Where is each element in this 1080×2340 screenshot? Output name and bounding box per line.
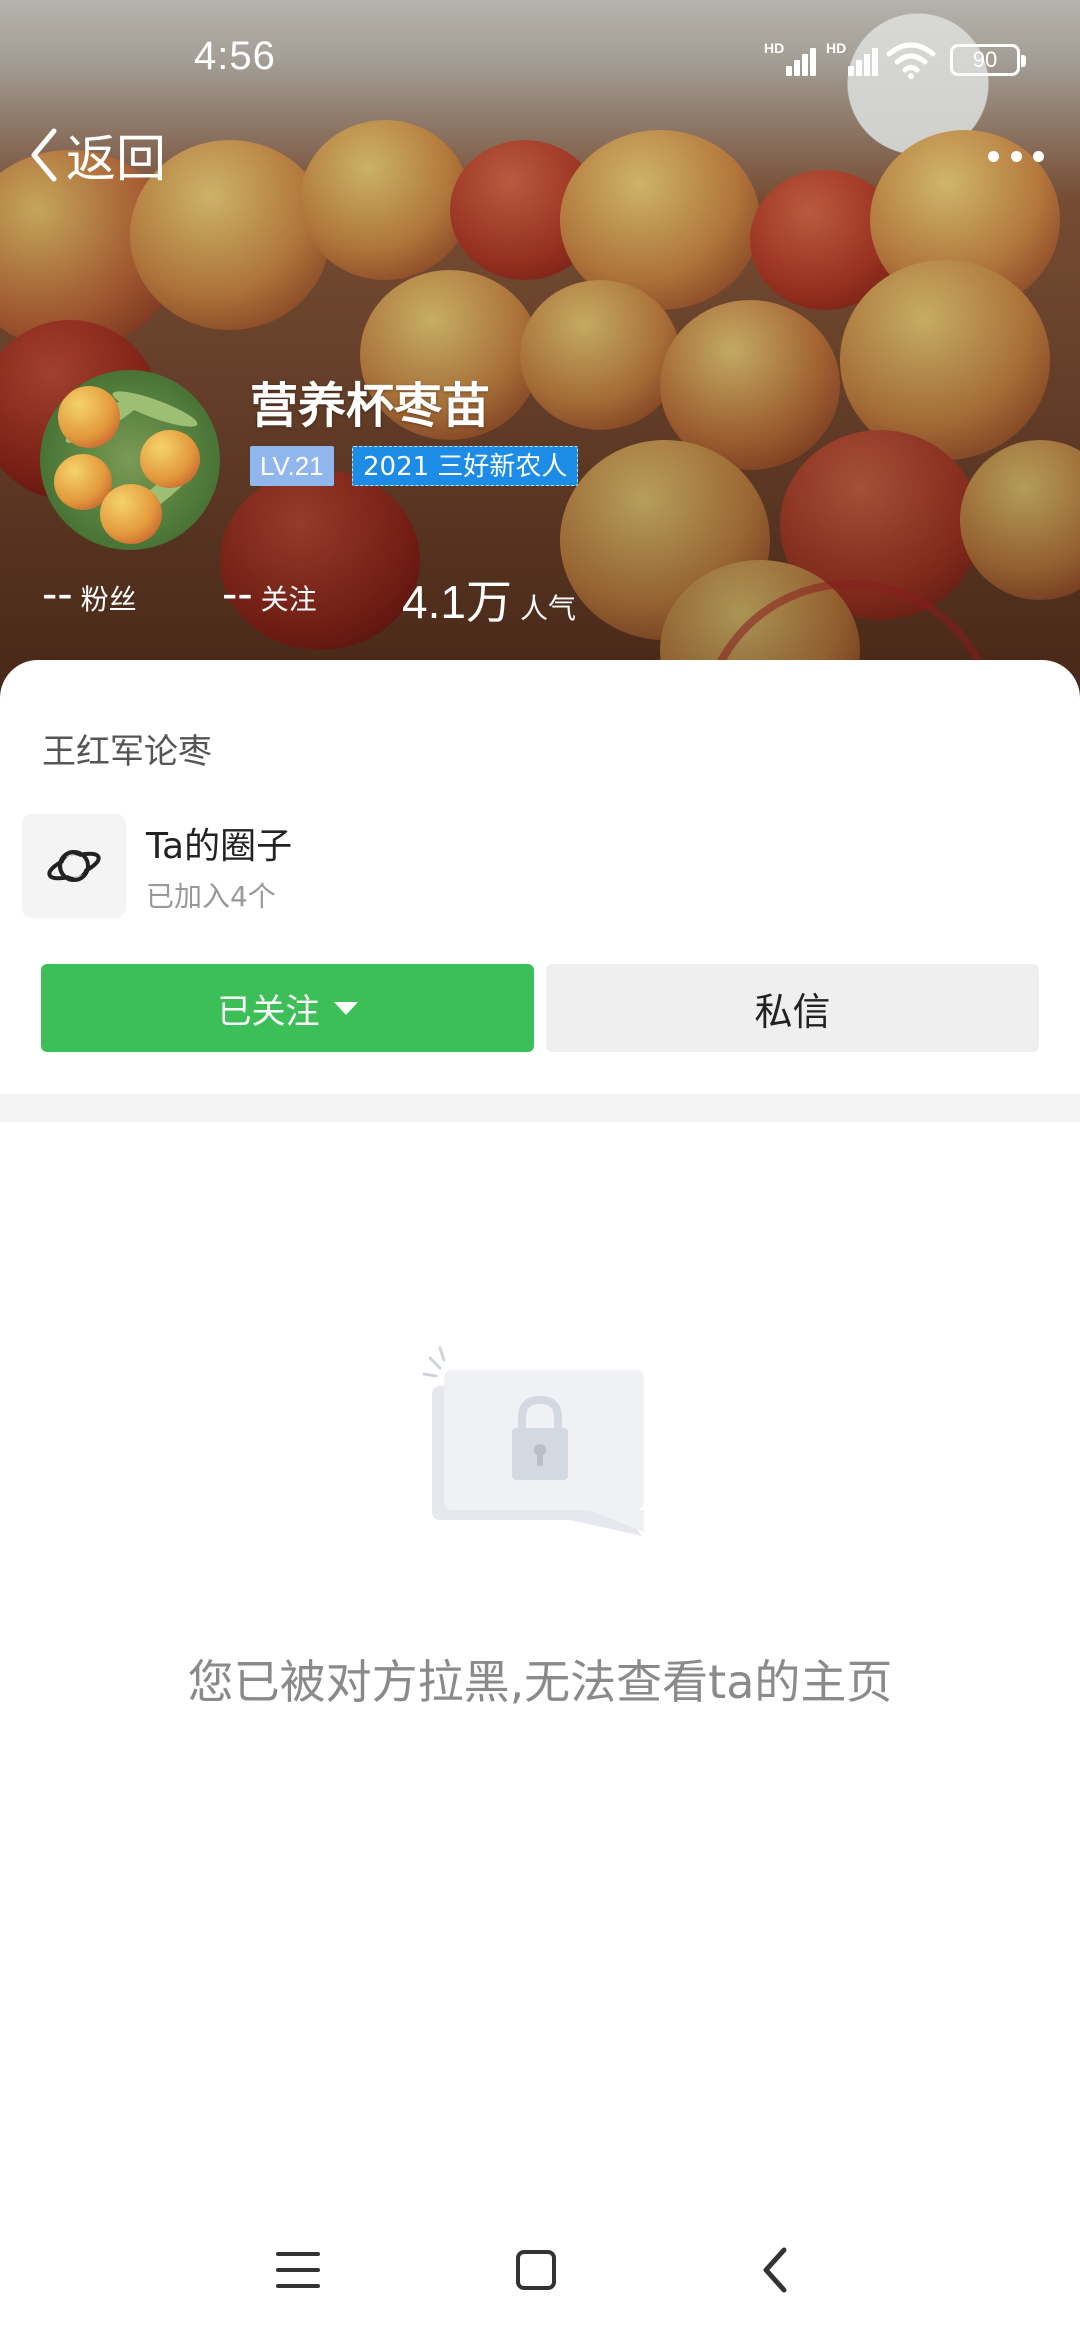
status-bar: 4:56 HD HD 90 — [0, 0, 1080, 120]
fans-label: 粉丝 — [80, 583, 137, 616]
circle-entry[interactable]: Ta的圈子 已加入4个 — [22, 814, 292, 918]
back-triangle-icon[interactable] — [760, 2246, 790, 2294]
popularity-count: 4.1万 — [402, 576, 512, 628]
back-label: 返回 — [66, 130, 166, 188]
followed-button[interactable]: 已关注 — [41, 964, 534, 1052]
status-time: 4:56 — [194, 34, 276, 78]
signal-icon: HD — [826, 40, 882, 76]
following-label: 关注 — [260, 583, 317, 616]
level-badge[interactable]: LV.21 — [250, 446, 334, 486]
circle-title: Ta的圈子 — [146, 826, 293, 867]
more-dots-icon — [988, 150, 999, 162]
circle-icon-box — [22, 814, 126, 918]
profile-card: 王红军论枣 Ta的圈子 已加入4个 已关注 私信 — [0, 660, 1080, 1096]
caret-down-icon — [333, 1001, 358, 1015]
more-options-button[interactable] — [988, 138, 1044, 174]
locked-chat-icon — [422, 1346, 644, 1536]
stat-popularity: 4.1万 人气 — [402, 566, 576, 632]
menu-icon[interactable] — [276, 2252, 320, 2288]
avatar[interactable] — [40, 370, 220, 550]
followed-label: 已关注 — [217, 991, 320, 1032]
blocked-message: 您已被对方拉黑,无法查看ta的主页 — [187, 1655, 893, 1709]
following-count: -- — [222, 567, 253, 619]
planet-icon — [47, 850, 101, 882]
profile-bio: 王红军论枣 — [42, 732, 212, 772]
section-divider — [0, 1094, 1080, 1122]
wifi-icon — [886, 42, 936, 79]
signal-icon: HD — [764, 40, 820, 76]
honor-badge[interactable]: 2021 三好新农人 — [352, 446, 579, 486]
chevron-left-icon — [31, 128, 57, 182]
battery-icon: 90 — [950, 44, 1026, 76]
fans-count: -- — [42, 567, 73, 619]
popularity-label: 人气 — [519, 592, 576, 625]
stat-fans[interactable]: -- 粉丝 — [42, 566, 137, 620]
back-button[interactable]: 返回 — [26, 120, 166, 190]
stat-following[interactable]: -- 关注 — [222, 566, 317, 620]
system-navigation-bar — [0, 2220, 1080, 2320]
profile-name: 营养杯枣苗 — [250, 378, 491, 434]
message-label: 私信 — [754, 989, 831, 1034]
circle-subtitle: 已加入4个 — [146, 880, 276, 913]
message-button[interactable]: 私信 — [546, 964, 1039, 1052]
home-icon[interactable] — [516, 2250, 556, 2290]
